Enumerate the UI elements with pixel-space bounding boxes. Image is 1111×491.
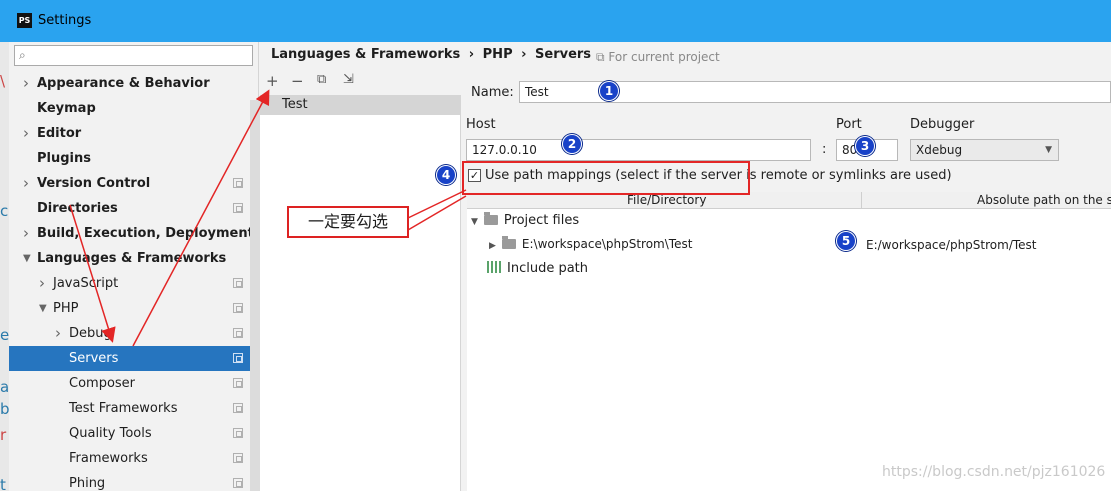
arrow-to-add-button (132, 89, 270, 347)
watermark: https://blog.csdn.net/pjz161026 (882, 464, 1106, 480)
arrow-to-servers (69, 204, 116, 343)
annotation-arrows (69, 89, 467, 347)
